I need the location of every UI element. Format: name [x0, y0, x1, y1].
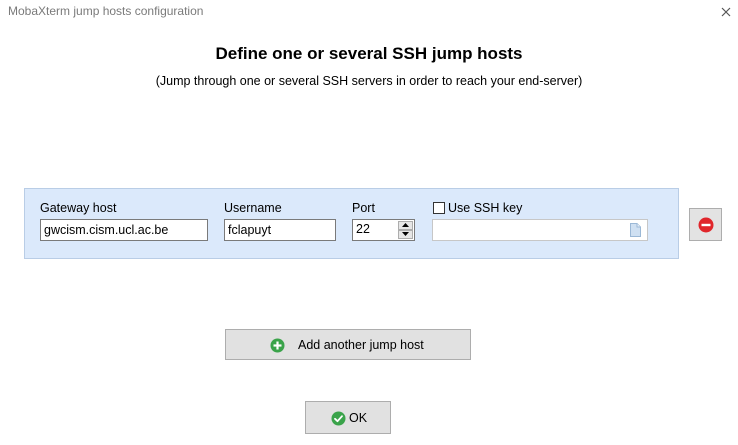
- ok-button[interactable]: OK: [305, 401, 391, 434]
- port-label: Port: [352, 201, 375, 215]
- file-icon[interactable]: [630, 223, 641, 242]
- page-subtitle: (Jump through one or several SSH servers…: [155, 74, 583, 88]
- close-icon[interactable]: [719, 5, 733, 19]
- chevron-up-icon: [402, 223, 409, 227]
- gateway-host-input[interactable]: [40, 219, 208, 241]
- add-jump-host-label: Add another jump host: [298, 338, 424, 352]
- ok-label: OK: [349, 411, 368, 425]
- gateway-host-label: Gateway host: [40, 201, 117, 215]
- minus-circle-icon: [698, 217, 714, 233]
- plus-circle-icon: [270, 338, 285, 356]
- remove-jump-host-button[interactable]: [689, 208, 722, 241]
- add-jump-host-button[interactable]: Add another jump host: [225, 329, 471, 360]
- window-title: MobaXterm jump hosts configuration: [8, 4, 204, 18]
- use-ssh-key-checkbox[interactable]: [433, 202, 445, 214]
- chevron-down-icon: [402, 232, 409, 236]
- port-value[interactable]: 22: [356, 222, 370, 236]
- port-decrement-button[interactable]: [398, 230, 413, 239]
- page-title: Define one or several SSH jump hosts: [215, 44, 523, 63]
- check-circle-icon: [331, 411, 346, 429]
- use-ssh-key-label[interactable]: Use SSH key: [448, 201, 522, 215]
- username-input[interactable]: [224, 219, 336, 241]
- port-increment-button[interactable]: [398, 221, 413, 230]
- username-label: Username: [224, 201, 282, 215]
- port-stepper[interactable]: 22: [352, 219, 415, 241]
- ssh-key-path-field[interactable]: [432, 219, 648, 241]
